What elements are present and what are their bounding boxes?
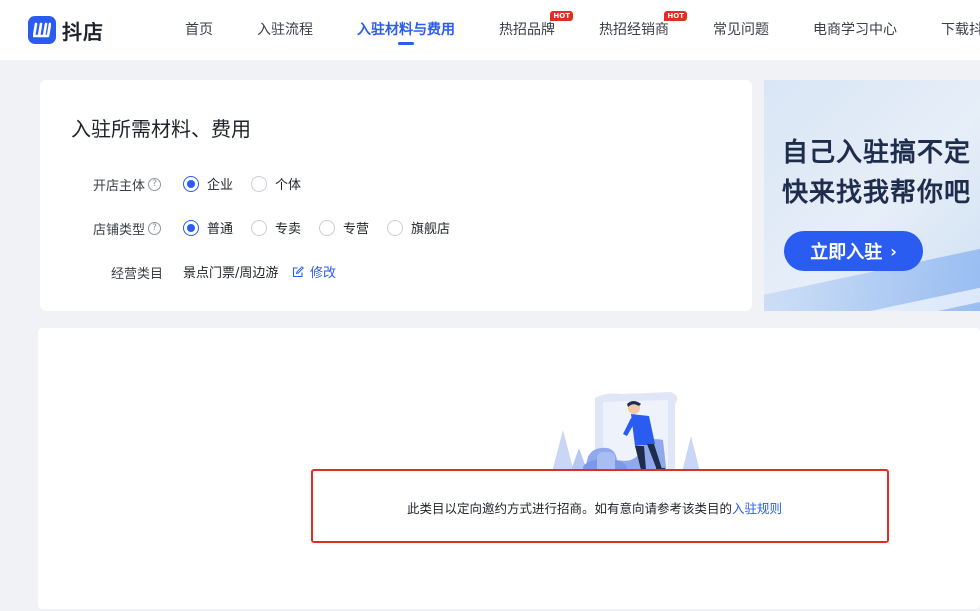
radio-checked-icon: [183, 175, 199, 192]
radio-label: 专卖: [275, 222, 302, 237]
materials-fees-card: 入驻所需材料、费用 开店主体 ? 企业 个体 店铺类型 ? 普通 专卖 专营 旗…: [40, 80, 752, 311]
notice-text: 此类目以定向邀约方式进行招商。如有意向请参考该类目的入驻规则: [407, 498, 782, 517]
nav-hot-distributors[interactable]: 热招经销商 HOT: [599, 11, 687, 40]
entity-label: 开店主体 ?: [93, 175, 162, 194]
radio-entity-individual[interactable]: 个体: [251, 174, 301, 193]
store-type-label-text: 店铺类型: [93, 223, 146, 238]
category-value: 景点门票/周边游: [183, 266, 279, 281]
apply-now-button[interactable]: 立即入驻 ›: [784, 231, 923, 271]
radio-entity-enterprise[interactable]: 企业: [183, 174, 233, 193]
page-title: 入驻所需材料、费用: [71, 117, 251, 141]
active-tab-indicator: [398, 42, 414, 45]
nav-hot-brands-label: 热招品牌: [499, 22, 555, 38]
nav-materials-fees[interactable]: 入驻材料与费用: [357, 20, 455, 40]
logo-text: 抖店: [62, 19, 104, 44]
hot-badge: HOT: [664, 11, 687, 21]
radio-label: 专营: [343, 222, 370, 237]
edit-icon: [292, 265, 304, 277]
doudian-logo[interactable]: 抖店: [28, 15, 104, 45]
notice-message: 此类目以定向邀约方式进行招商。如有意向请参考该类目的: [407, 501, 733, 516]
apply-now-label: 立即入驻: [810, 242, 883, 263]
nav-hot-brands[interactable]: 热招品牌 HOT: [499, 11, 573, 40]
nav-faq[interactable]: 常见问题: [713, 20, 769, 40]
help-icon[interactable]: ?: [148, 178, 162, 191]
radio-label: 个体: [275, 178, 302, 193]
radio-store-exclusive[interactable]: 专卖: [251, 218, 301, 237]
nav-learning-center[interactable]: 电商学习中心: [813, 20, 897, 40]
radio-label: 企业: [207, 178, 234, 193]
promo-banner[interactable]: 自己入驻搞不定 快来找我帮你吧 立即入驻 ›: [764, 80, 980, 311]
radio-store-flagship[interactable]: 旗舰店: [387, 218, 450, 237]
nav-home[interactable]: 首页: [185, 20, 213, 40]
chevron-right-icon: ›: [890, 241, 897, 261]
radio-store-specialty[interactable]: 专营: [319, 218, 369, 237]
entity-label-text: 开店主体: [93, 179, 146, 194]
hot-badge: HOT: [550, 11, 573, 21]
nav-download-app[interactable]: 下载抖: [941, 20, 980, 40]
radio-label: 旗舰店: [411, 222, 451, 237]
radio-unchecked-icon: [251, 175, 267, 192]
radio-unchecked-icon: [319, 219, 335, 236]
empty-state-illustration-icon: [551, 392, 701, 477]
modify-category-link[interactable]: 修改: [292, 262, 336, 281]
radio-checked-icon: [183, 219, 199, 236]
modify-label: 修改: [310, 266, 337, 281]
radio-unchecked-icon: [251, 219, 267, 236]
radio-store-normal[interactable]: 普通: [183, 218, 233, 237]
nav-settle-process[interactable]: 入驻流程: [257, 20, 313, 40]
radio-unchecked-icon: [387, 219, 403, 236]
invitation-only-notice: 此类目以定向邀约方式进行招商。如有意向请参考该类目的入驻规则: [311, 469, 889, 543]
settle-rules-link[interactable]: 入驻规则: [732, 501, 782, 516]
radio-label: 普通: [207, 222, 234, 237]
banner-headline-1: 自己入驻搞不定: [782, 138, 972, 168]
top-navigation-bar: 抖店 首页 入驻流程 入驻材料与费用 热招品牌 HOT 热招经销商 HOT 常见…: [0, 0, 980, 60]
category-label: 经营类目: [111, 267, 164, 282]
banner-headline-2: 快来找我帮你吧: [782, 178, 972, 208]
help-icon[interactable]: ?: [148, 222, 162, 235]
store-type-label: 店铺类型 ?: [93, 219, 162, 238]
category-notice-panel: 此类目以定向邀约方式进行招商。如有意向请参考该类目的入驻规则: [38, 328, 980, 609]
logo-icon: [28, 16, 56, 44]
nav-hot-distributors-label: 热招经销商: [599, 22, 669, 38]
